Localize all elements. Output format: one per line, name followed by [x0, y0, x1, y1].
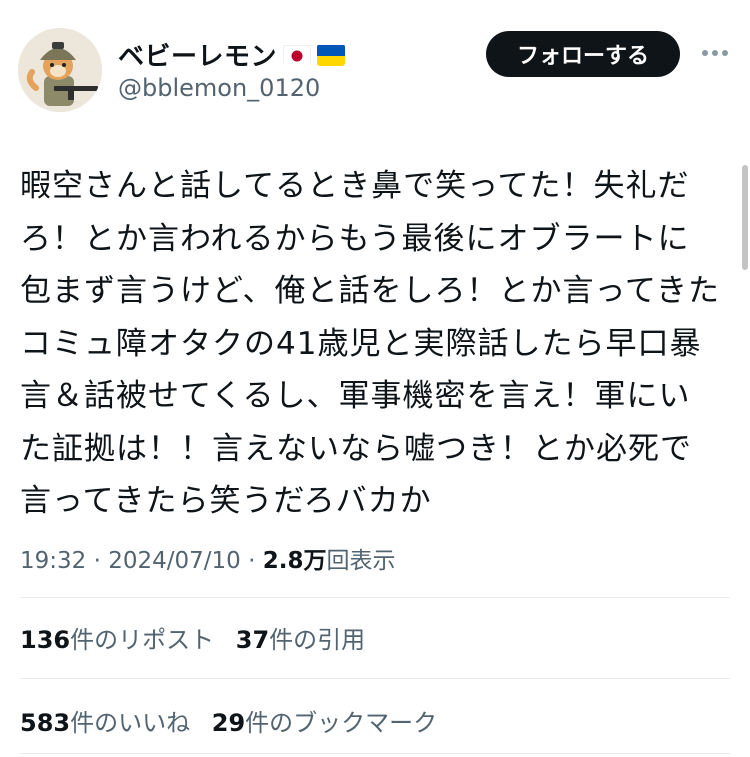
- quotes-stat[interactable]: 37件の引用: [236, 626, 365, 654]
- divider: [20, 753, 730, 754]
- reposts-label: 件のリポスト: [70, 626, 215, 654]
- reposts-stat[interactable]: 136件のリポスト: [20, 626, 214, 654]
- bookmarks-count: 29: [211, 709, 246, 737]
- views-label: 回表示: [326, 548, 396, 574]
- tweet-time[interactable]: 19:32: [20, 548, 86, 574]
- likes-count: 583: [20, 709, 71, 737]
- more-options-icon[interactable]: [700, 40, 730, 66]
- tweet-date[interactable]: 2024/07/10: [108, 548, 241, 574]
- meta-separator: ·: [240, 548, 263, 574]
- avatar[interactable]: [18, 28, 102, 112]
- likes-stat[interactable]: 583件のいいね: [20, 709, 190, 737]
- author-name-row[interactable]: ベビーレモン: [118, 36, 346, 73]
- quotes-label: 件の引用: [269, 626, 366, 654]
- scrollbar[interactable]: [742, 165, 748, 270]
- likes-label: 件のいいね: [70, 709, 191, 737]
- japan-flag-icon: [283, 44, 312, 66]
- avatar-image: [18, 28, 102, 112]
- tweet-meta: 19:32 · 2024/07/10 · 2.8万回表示: [20, 541, 396, 575]
- meta-separator: ·: [86, 548, 109, 574]
- divider: [20, 597, 730, 598]
- stats-row-reposts: 136件のリポスト 37件の引用: [20, 620, 379, 655]
- ukraine-flag-icon: [317, 44, 346, 66]
- tweet-text: 暇空さんと話してるとき鼻で笑ってた！失礼だろ！とか言われるからもう最後にオブラー…: [20, 168, 720, 519]
- bookmarks-stat[interactable]: 29件のブックマーク: [212, 709, 437, 737]
- bookmarks-label: 件のブックマーク: [245, 709, 438, 737]
- divider: [20, 678, 730, 679]
- stats-row-likes: 583件のいいね 29件のブックマーク: [20, 703, 451, 738]
- quotes-count: 37: [235, 626, 270, 654]
- reposts-count: 136: [20, 626, 71, 654]
- views-count: 2.8万: [262, 548, 327, 574]
- author-display-name[interactable]: ベビーレモン: [118, 36, 277, 73]
- author-handle[interactable]: @bblemon_0120: [118, 74, 320, 102]
- follow-button[interactable]: フォローする: [486, 31, 680, 77]
